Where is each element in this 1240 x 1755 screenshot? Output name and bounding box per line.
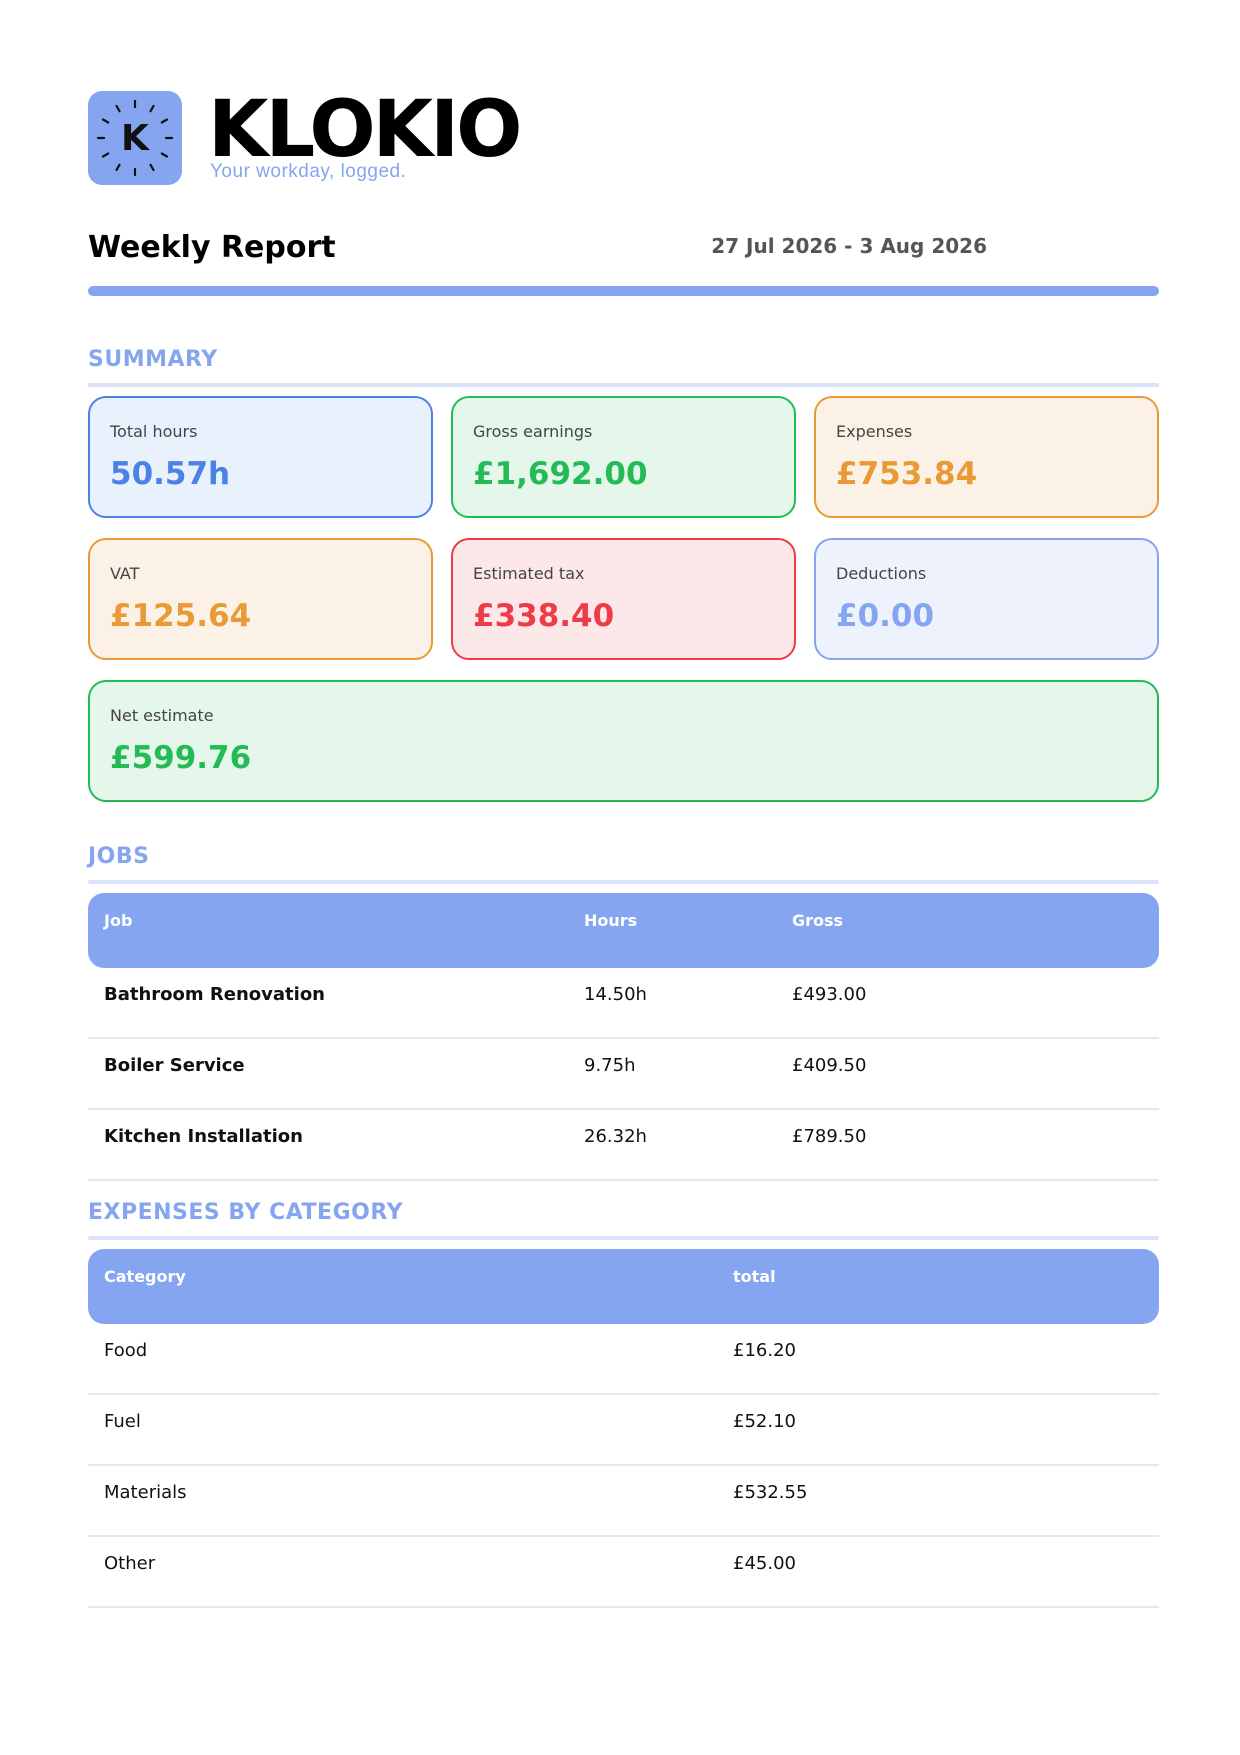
- card-value: £0.00: [836, 598, 935, 634]
- expense-category: Food: [104, 1340, 148, 1361]
- job-name: Bathroom Renovation: [104, 984, 326, 1005]
- column-header-hours: Hours: [584, 911, 638, 930]
- expenses-heading-rule: [88, 1236, 1159, 1240]
- expense-total: £532.55: [733, 1482, 808, 1503]
- brand-tagline: Your workday, logged.: [210, 161, 407, 182]
- expenses-section-heading: EXPENSES BY CATEGORY: [88, 1200, 1159, 1240]
- job-hours: 14.50h: [584, 984, 647, 1005]
- card-value: 50.57h: [110, 456, 231, 492]
- summary-card-gross-earnings: Gross earnings £1,692.00: [451, 396, 796, 518]
- jobs-section-heading: JOBS: [88, 844, 1159, 884]
- summary-card-total-hours: Total hours 50.57h: [88, 396, 433, 518]
- table-row: Kitchen Installation 26.32h £789.50: [88, 1110, 1159, 1181]
- table-row: Materials £532.55: [88, 1466, 1159, 1537]
- summary-card-expenses: Expenses £753.84: [814, 396, 1159, 518]
- expenses-heading-text: EXPENSES BY CATEGORY: [88, 1200, 404, 1225]
- table-row: Fuel £52.10: [88, 1395, 1159, 1466]
- card-value: £125.64: [110, 598, 252, 634]
- summary-card-net-estimate: Net estimate £599.76: [88, 680, 1159, 802]
- expense-category: Other: [104, 1553, 156, 1574]
- clock-logo-icon: K: [88, 91, 182, 185]
- brand-header: K KLOKIO Your workday, logged.: [88, 85, 688, 185]
- jobs-heading-rule: [88, 880, 1159, 884]
- column-header-gross: Gross: [792, 911, 844, 930]
- summary-heading-text: SUMMARY: [88, 347, 218, 372]
- job-gross: £493.00: [792, 984, 867, 1005]
- card-value: £338.40: [473, 598, 615, 634]
- logo-letter: K: [121, 118, 150, 159]
- column-header-job: Job: [104, 911, 133, 930]
- summary-heading-rule: [88, 383, 1159, 387]
- summary-card-estimated-tax: Estimated tax £338.40: [451, 538, 796, 660]
- card-label: Expenses: [836, 422, 913, 441]
- table-row: Bathroom Renovation 14.50h £493.00: [88, 968, 1159, 1039]
- table-row: Other £45.00: [88, 1537, 1159, 1608]
- expense-category: Fuel: [104, 1411, 141, 1432]
- card-label: Net estimate: [110, 706, 214, 725]
- card-label: Gross earnings: [473, 422, 593, 441]
- expense-category: Materials: [104, 1482, 187, 1503]
- expenses-table-header: Category total: [88, 1249, 1159, 1324]
- job-hours: 9.75h: [584, 1055, 636, 1076]
- title-divider: [88, 286, 1159, 296]
- summary-card-vat: VAT £125.64: [88, 538, 433, 660]
- job-name: Boiler Service: [104, 1055, 245, 1076]
- job-gross: £789.50: [792, 1126, 867, 1147]
- expense-total: £52.10: [733, 1411, 796, 1432]
- jobs-table: Job Hours Gross Bathroom Renovation 14.5…: [88, 893, 1159, 1181]
- jobs-heading-text: JOBS: [88, 844, 150, 869]
- column-header-total: total: [733, 1267, 776, 1286]
- jobs-table-header: Job Hours Gross: [88, 893, 1159, 968]
- card-value: £753.84: [836, 456, 978, 492]
- summary-section-heading: SUMMARY: [88, 347, 1159, 387]
- table-row: Food £16.20: [88, 1324, 1159, 1395]
- summary-card-deductions: Deductions £0.00: [814, 538, 1159, 660]
- card-label: Estimated tax: [473, 564, 585, 583]
- card-value: £1,692.00: [473, 456, 648, 492]
- job-hours: 26.32h: [584, 1126, 647, 1147]
- job-name: Kitchen Installation: [104, 1126, 303, 1147]
- job-gross: £409.50: [792, 1055, 867, 1076]
- expenses-table: Category total Food £16.20 Fuel £52.10 M…: [88, 1249, 1159, 1608]
- expense-total: £16.20: [733, 1340, 796, 1361]
- card-label: Total hours: [110, 422, 198, 441]
- expense-total: £45.00: [733, 1553, 796, 1574]
- report-date-range: 27 Jul 2026 - 3 Aug 2026: [711, 234, 987, 258]
- table-row: Boiler Service 9.75h £409.50: [88, 1039, 1159, 1110]
- card-label: Deductions: [836, 564, 927, 583]
- report-title: Weekly Report: [88, 230, 336, 265]
- card-value: £599.76: [110, 740, 252, 776]
- column-header-category: Category: [104, 1267, 186, 1286]
- card-label: VAT: [110, 564, 140, 583]
